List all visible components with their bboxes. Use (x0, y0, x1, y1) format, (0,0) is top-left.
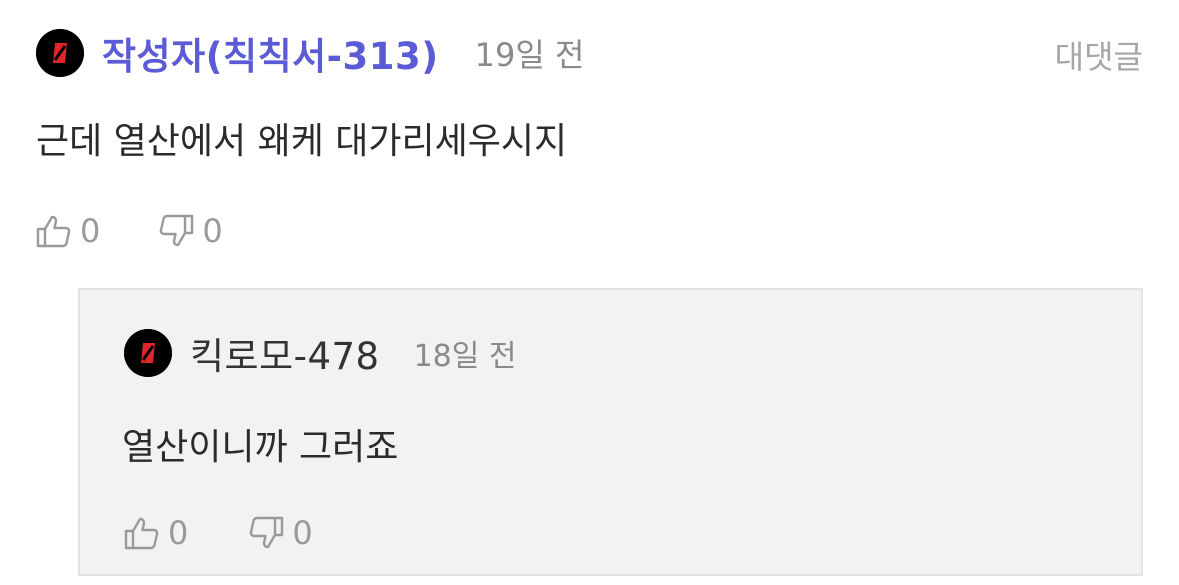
dislike-button[interactable]: 0 (156, 211, 223, 251)
avatar[interactable] (36, 29, 84, 77)
author-name[interactable]: 작성자(칙칙서-313) (102, 26, 439, 80)
vote-bar: 0 0 (34, 206, 223, 256)
author-name[interactable]: 킥로모-478 (190, 326, 380, 380)
comment-item: 작성자(칙칙서-313) 19일 전 대댓글 근데 열산에서 왜케 대가리세우시… (0, 0, 1179, 280)
red-stripe-logo-icon (124, 329, 172, 377)
thumbs-up-icon (124, 517, 159, 550)
thumbs-down-icon (250, 516, 284, 549)
like-button[interactable]: 0 (122, 513, 188, 553)
avatar[interactable] (124, 329, 172, 377)
reply-timestamp: 18일 전 (413, 339, 517, 374)
like-button[interactable]: 0 (34, 211, 100, 251)
thumbs-down-icon (160, 214, 194, 247)
comment-timestamp: 19일 전 (474, 36, 585, 74)
like-count: 0 (168, 514, 189, 552)
reply-text: 열산이니까 그러죠 (122, 427, 399, 468)
dislike-count: 0 (292, 514, 313, 552)
comment-text: 근데 열산에서 왜케 대가리세우시지 (36, 121, 568, 162)
red-stripe-logo-icon (36, 29, 84, 77)
like-count: 0 (80, 212, 101, 250)
thumbs-up-icon (36, 215, 71, 248)
comment-thread: 작성자(칙칙서-313) 19일 전 대댓글 근데 열산에서 왜케 대가리세우시… (0, 0, 1179, 585)
dislike-count: 0 (202, 212, 223, 250)
reply-button[interactable]: 대댓글 (1055, 32, 1143, 78)
reply-header: 킥로모-478 18일 전 (124, 328, 517, 378)
reply-item: 킥로모-478 18일 전 열산이니까 그러죠 0 0 (78, 288, 1143, 576)
vote-bar: 0 0 (122, 508, 313, 558)
dislike-button[interactable]: 0 (246, 513, 313, 553)
comment-header: 작성자(칙칙서-313) 19일 전 (36, 28, 584, 78)
